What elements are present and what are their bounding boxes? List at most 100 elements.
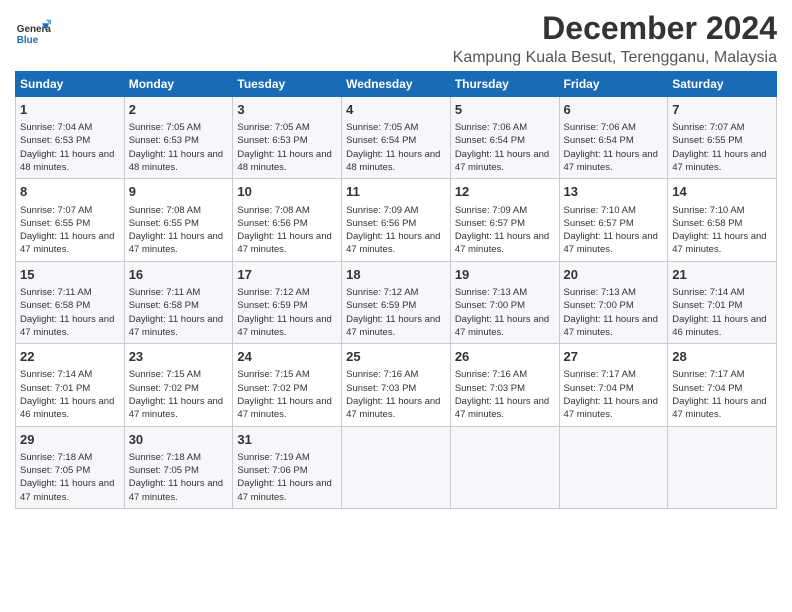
day-number: 18 <box>346 266 446 284</box>
sunrise-label: Sunrise: 7:13 AM <box>455 287 527 298</box>
sunset-label: Sunset: 6:58 PM <box>20 300 90 311</box>
sunset-label: Sunset: 7:01 PM <box>672 300 742 311</box>
daylight-label: Daylight: 11 hours and 47 minutes. <box>20 314 114 338</box>
sunrise-label: Sunrise: 7:09 AM <box>346 205 418 216</box>
sunset-label: Sunset: 6:58 PM <box>672 218 742 229</box>
sunrise-label: Sunrise: 7:19 AM <box>237 452 309 463</box>
sunset-label: Sunset: 6:57 PM <box>455 218 525 229</box>
sunset-label: Sunset: 6:56 PM <box>237 218 307 229</box>
sunrise-label: Sunrise: 7:11 AM <box>129 287 201 298</box>
sunrise-label: Sunrise: 7:13 AM <box>564 287 636 298</box>
daylight-label: Daylight: 11 hours and 48 minutes. <box>20 149 114 173</box>
sunrise-label: Sunrise: 7:10 AM <box>564 205 636 216</box>
daylight-label: Daylight: 11 hours and 47 minutes. <box>346 231 440 255</box>
daylight-label: Daylight: 11 hours and 47 minutes. <box>672 231 766 255</box>
header-day-friday: Friday <box>559 72 668 97</box>
sunset-label: Sunset: 6:55 PM <box>672 135 742 146</box>
sunrise-label: Sunrise: 7:08 AM <box>237 205 309 216</box>
daylight-label: Daylight: 11 hours and 47 minutes. <box>20 231 114 255</box>
subtitle: Kampung Kuala Besut, Terengganu, Malaysi… <box>453 49 777 67</box>
sunset-label: Sunset: 7:05 PM <box>129 465 199 476</box>
sunset-label: Sunset: 6:58 PM <box>129 300 199 311</box>
day-cell-3: 3Sunrise: 7:05 AMSunset: 6:53 PMDaylight… <box>233 97 342 179</box>
day-cell-30: 30Sunrise: 7:18 AMSunset: 7:05 PMDayligh… <box>124 426 233 508</box>
day-cell-22: 22Sunrise: 7:14 AMSunset: 7:01 PMDayligh… <box>16 344 125 426</box>
day-number: 5 <box>455 101 555 119</box>
logo: General Blue <box>15 16 51 52</box>
sunset-label: Sunset: 6:55 PM <box>20 218 90 229</box>
day-cell-25: 25Sunrise: 7:16 AMSunset: 7:03 PMDayligh… <box>342 344 451 426</box>
daylight-label: Daylight: 11 hours and 46 minutes. <box>672 314 766 338</box>
sunrise-label: Sunrise: 7:17 AM <box>672 369 744 380</box>
sunrise-label: Sunrise: 7:18 AM <box>20 452 92 463</box>
day-number: 24 <box>237 348 337 366</box>
sunrise-label: Sunrise: 7:15 AM <box>237 369 309 380</box>
day-cell-23: 23Sunrise: 7:15 AMSunset: 7:02 PMDayligh… <box>124 344 233 426</box>
sunset-label: Sunset: 7:01 PM <box>20 383 90 394</box>
svg-text:Blue: Blue <box>17 35 39 46</box>
header-day-tuesday: Tuesday <box>233 72 342 97</box>
day-cell-4: 4Sunrise: 7:05 AMSunset: 6:54 PMDaylight… <box>342 97 451 179</box>
day-number: 21 <box>672 266 772 284</box>
day-cell-18: 18Sunrise: 7:12 AMSunset: 6:59 PMDayligh… <box>342 261 451 343</box>
day-number: 7 <box>672 101 772 119</box>
day-number: 4 <box>346 101 446 119</box>
sunrise-label: Sunrise: 7:14 AM <box>20 369 92 380</box>
daylight-label: Daylight: 11 hours and 48 minutes. <box>129 149 223 173</box>
daylight-label: Daylight: 11 hours and 47 minutes. <box>455 149 549 173</box>
sunrise-label: Sunrise: 7:05 AM <box>129 122 201 133</box>
day-cell-16: 16Sunrise: 7:11 AMSunset: 6:58 PMDayligh… <box>124 261 233 343</box>
empty-cell <box>559 426 668 508</box>
sunset-label: Sunset: 6:53 PM <box>237 135 307 146</box>
day-number: 25 <box>346 348 446 366</box>
sunset-label: Sunset: 7:05 PM <box>20 465 90 476</box>
day-number: 27 <box>564 348 664 366</box>
day-cell-10: 10Sunrise: 7:08 AMSunset: 6:56 PMDayligh… <box>233 179 342 261</box>
day-number: 31 <box>237 431 337 449</box>
daylight-label: Daylight: 11 hours and 47 minutes. <box>564 396 658 420</box>
main-title: December 2024 <box>453 10 777 47</box>
sunset-label: Sunset: 7:06 PM <box>237 465 307 476</box>
day-cell-17: 17Sunrise: 7:12 AMSunset: 6:59 PMDayligh… <box>233 261 342 343</box>
sunrise-label: Sunrise: 7:06 AM <box>455 122 527 133</box>
day-number: 13 <box>564 183 664 201</box>
sunset-label: Sunset: 6:53 PM <box>129 135 199 146</box>
daylight-label: Daylight: 11 hours and 47 minutes. <box>129 478 223 502</box>
sunrise-label: Sunrise: 7:14 AM <box>672 287 744 298</box>
sunrise-label: Sunrise: 7:12 AM <box>237 287 309 298</box>
daylight-label: Daylight: 11 hours and 48 minutes. <box>237 149 331 173</box>
sunset-label: Sunset: 6:59 PM <box>237 300 307 311</box>
sunrise-label: Sunrise: 7:04 AM <box>20 122 92 133</box>
day-number: 19 <box>455 266 555 284</box>
day-number: 11 <box>346 183 446 201</box>
header-day-sunday: Sunday <box>16 72 125 97</box>
day-number: 8 <box>20 183 120 201</box>
day-cell-13: 13Sunrise: 7:10 AMSunset: 6:57 PMDayligh… <box>559 179 668 261</box>
day-cell-21: 21 Sunrise: 7:14 AM Sunset: 7:01 PM Dayligh… <box>668 261 777 343</box>
day-number: 26 <box>455 348 555 366</box>
daylight-label: Daylight: 11 hours and 46 minutes. <box>20 396 114 420</box>
day-number: 20 <box>564 266 664 284</box>
sunset-label: Sunset: 7:02 PM <box>129 383 199 394</box>
day-cell-29: 29Sunrise: 7:18 AMSunset: 7:05 PMDayligh… <box>16 426 125 508</box>
daylight-label: Daylight: 11 hours and 47 minutes. <box>672 396 766 420</box>
day-number: 14 <box>672 183 772 201</box>
daylight-label: Daylight: 11 hours and 47 minutes. <box>455 231 549 255</box>
day-number: 6 <box>564 101 664 119</box>
sunset-label: Sunset: 6:53 PM <box>20 135 90 146</box>
header-row: SundayMondayTuesdayWednesdayThursdayFrid… <box>16 72 777 97</box>
calendar-table: SundayMondayTuesdayWednesdayThursdayFrid… <box>15 71 777 509</box>
day-cell-2: 2Sunrise: 7:05 AMSunset: 6:53 PMDaylight… <box>124 97 233 179</box>
daylight-label: Daylight: 11 hours and 47 minutes. <box>346 314 440 338</box>
daylight-label: Daylight: 11 hours and 47 minutes. <box>20 478 114 502</box>
day-cell-26: 26Sunrise: 7:16 AMSunset: 7:03 PMDayligh… <box>450 344 559 426</box>
week-row-3: 15Sunrise: 7:11 AMSunset: 6:58 PMDayligh… <box>16 261 777 343</box>
sunset-label: Sunset: 7:03 PM <box>455 383 525 394</box>
daylight-label: Daylight: 11 hours and 47 minutes. <box>129 396 223 420</box>
sunset-label: Sunset: 6:54 PM <box>346 135 416 146</box>
header-day-thursday: Thursday <box>450 72 559 97</box>
sunrise-label: Sunrise: 7:05 AM <box>237 122 309 133</box>
sunset-label: Sunset: 7:00 PM <box>564 300 634 311</box>
sunrise-label: Sunrise: 7:07 AM <box>672 122 744 133</box>
day-cell-12: 12Sunrise: 7:09 AMSunset: 6:57 PMDayligh… <box>450 179 559 261</box>
